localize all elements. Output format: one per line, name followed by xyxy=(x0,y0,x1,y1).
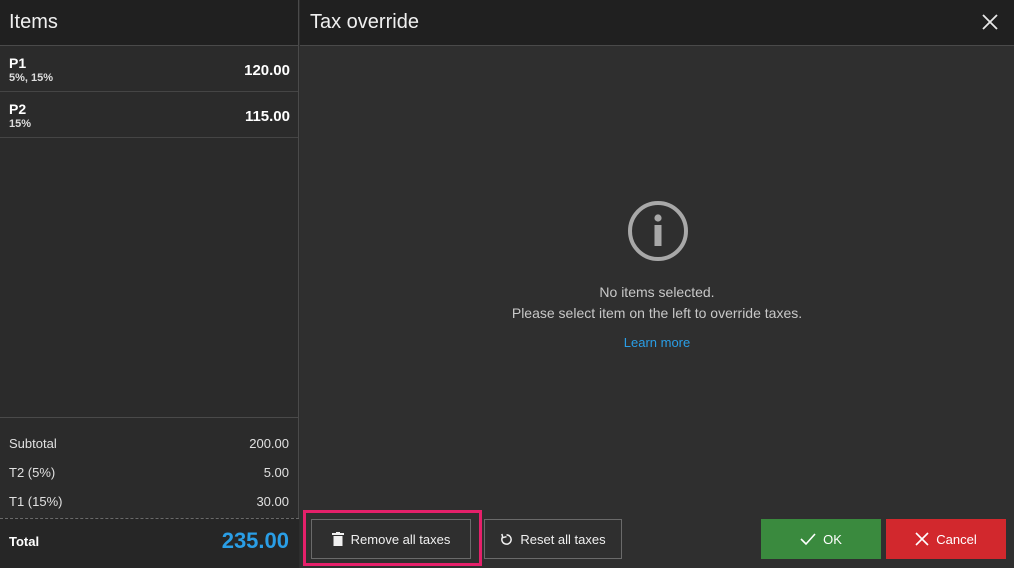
cancel-button[interactable]: Cancel xyxy=(886,519,1006,559)
check-icon xyxy=(800,533,816,546)
reset-icon xyxy=(501,533,513,545)
total-row: Total 235.00 xyxy=(0,518,299,568)
x-icon xyxy=(915,532,929,546)
totals-summary: Subtotal 200.00 T2 (5%) 5.00 T1 (15%) 30… xyxy=(0,417,299,509)
item-row[interactable]: P1 5%, 15% 120.00 xyxy=(0,46,298,92)
remove-all-taxes-button[interactable]: Remove all taxes xyxy=(311,519,471,559)
total-label: Total xyxy=(9,534,40,549)
dialog-title: Tax override xyxy=(310,11,419,33)
tax-t1-row: T1 (15%) 30.00 xyxy=(0,476,299,509)
tax-t1-label: T1 (15%) xyxy=(9,494,63,509)
ok-label: OK xyxy=(823,531,842,547)
dialog-header: Tax override xyxy=(300,0,1014,46)
tax-override-dialog: Tax override No items selected. Please s… xyxy=(300,0,1014,568)
item-price: 115.00 xyxy=(244,108,290,125)
info-icon xyxy=(628,201,688,261)
item-price: 120.00 xyxy=(244,62,290,79)
ok-button[interactable]: OK xyxy=(761,519,881,559)
reset-all-taxes-label: Reset all taxes xyxy=(520,531,606,547)
tax-t2-row: T2 (5%) 5.00 xyxy=(0,447,299,480)
items-panel: Items P1 5%, 15% 120.00 P2 15% 115.00 Su… xyxy=(0,0,299,568)
tax-t1-value: 30.00 xyxy=(256,494,289,509)
reset-all-taxes-button[interactable]: Reset all taxes xyxy=(484,519,622,559)
remove-all-taxes-label: Remove all taxes xyxy=(350,531,451,547)
learn-more-link[interactable]: Learn more xyxy=(300,335,1014,350)
trash-icon xyxy=(331,532,344,546)
total-value: 235.00 xyxy=(221,528,289,553)
close-button[interactable] xyxy=(978,10,1002,34)
empty-message-line2: Please select item on the left to overri… xyxy=(511,305,803,321)
items-panel-title: Items xyxy=(0,0,298,46)
empty-message-line1: No items selected. xyxy=(599,284,715,300)
close-icon xyxy=(982,14,998,30)
subtotal-row: Subtotal 200.00 xyxy=(0,418,299,451)
item-row[interactable]: P2 15% 115.00 xyxy=(0,92,298,138)
cancel-label: Cancel xyxy=(936,531,977,547)
